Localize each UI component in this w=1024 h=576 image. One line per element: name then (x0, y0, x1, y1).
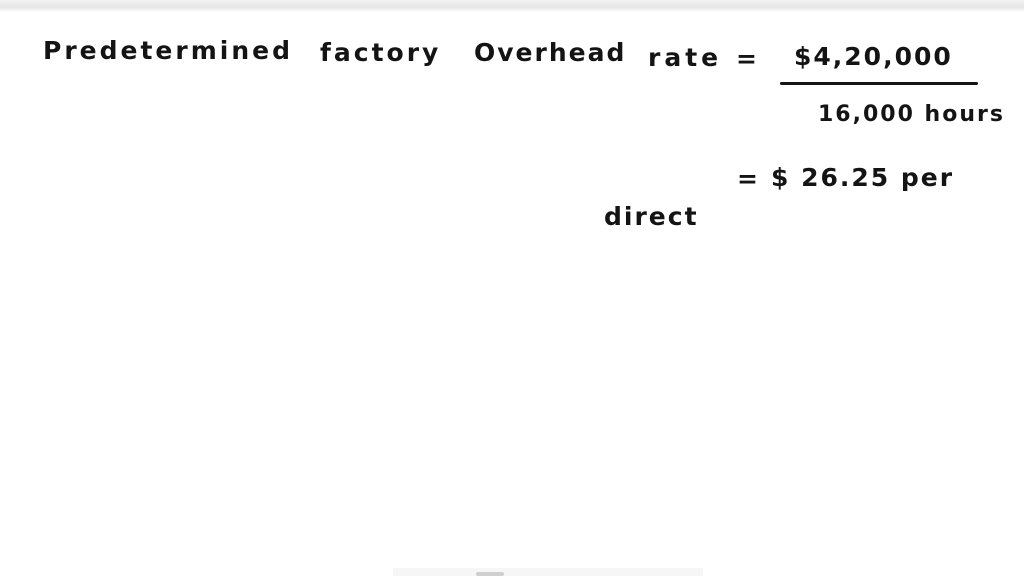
result-value: $ 26.25 per (771, 163, 955, 192)
result-continuation: direct (604, 202, 699, 231)
fraction-denominator: 16,000 hours (818, 102, 1005, 127)
bottom-scroll-handle[interactable] (476, 572, 504, 576)
bottom-playback-bar (393, 568, 703, 576)
whiteboard-canvas: Predetermined factory Overhead rate = $4… (0, 0, 1024, 576)
fraction-numerator: $4,20,000 (794, 42, 953, 71)
term-rate: rate (648, 43, 723, 72)
result-equals-sign: = (737, 164, 760, 193)
term-factory: factory (320, 38, 442, 67)
equals-sign: = (736, 44, 759, 73)
term-overhead: Overhead (474, 38, 627, 67)
term-predetermined: Predetermined (43, 36, 293, 65)
fraction-bar (780, 82, 978, 85)
